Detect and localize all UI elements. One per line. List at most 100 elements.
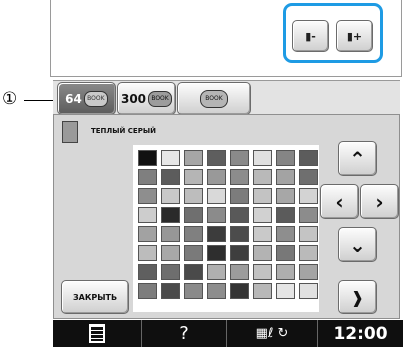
close-label: ЗАКРЫТЬ (72, 292, 118, 302)
close-button[interactable]: ЗАКРЫТЬ (61, 280, 129, 314)
color-swatch[interactable] (299, 169, 318, 185)
color-swatch[interactable] (253, 207, 272, 223)
color-swatch[interactable] (161, 169, 180, 185)
color-swatch[interactable] (253, 283, 272, 299)
color-swatch[interactable] (138, 150, 157, 166)
color-grid (138, 150, 318, 299)
tab-300-colors[interactable]: 300 BOOK (117, 82, 176, 115)
color-swatch[interactable] (138, 245, 157, 261)
color-swatch[interactable] (230, 169, 249, 185)
tab-64-colors[interactable]: 64 BOOK (57, 82, 116, 115)
color-swatch[interactable] (253, 245, 272, 261)
color-swatch[interactable] (207, 264, 226, 280)
color-swatch[interactable] (161, 207, 180, 223)
color-swatch[interactable] (138, 207, 157, 223)
color-swatch[interactable] (207, 150, 226, 166)
tab-300-label: 300 (120, 91, 147, 106)
color-swatch[interactable] (253, 169, 272, 185)
color-swatch[interactable] (299, 150, 318, 166)
clock: 12:00 (333, 323, 388, 344)
settings-button[interactable]: ▦ℓ ↻ (227, 320, 318, 347)
color-swatch[interactable] (276, 226, 295, 242)
tab-64-label: 64 (65, 91, 82, 106)
color-swatch[interactable] (276, 207, 295, 223)
color-swatch[interactable] (207, 207, 226, 223)
color-swatch[interactable] (207, 245, 226, 261)
down-button[interactable]: ⌄ (338, 227, 377, 262)
color-swatch[interactable] (230, 283, 249, 299)
color-swatch[interactable] (184, 188, 203, 204)
help-button[interactable]: ? (142, 320, 227, 347)
thread-minus-button[interactable]: ▮- (292, 20, 329, 52)
callout-marker: ① (2, 89, 18, 109)
color-swatch[interactable] (230, 188, 249, 204)
thread-plus-button[interactable]: ▮+ (336, 20, 373, 52)
color-swatch[interactable] (184, 245, 203, 261)
diamond-arrow-icon: ❱ (350, 287, 365, 307)
tab-custom-colors[interactable]: BOOK (177, 82, 251, 115)
color-swatch[interactable] (253, 188, 272, 204)
color-swatch[interactable] (184, 207, 203, 223)
spool-icon: BOOK (148, 90, 173, 107)
custom-palette-icon: BOOK (200, 89, 228, 108)
color-swatch[interactable] (276, 264, 295, 280)
spool-icon (62, 121, 78, 143)
color-swatch[interactable] (207, 188, 226, 204)
color-swatch[interactable] (161, 226, 180, 242)
color-swatch[interactable] (161, 188, 180, 204)
color-swatch[interactable] (184, 283, 203, 299)
spool-icon: BOOK (83, 90, 108, 107)
color-swatch[interactable] (230, 207, 249, 223)
color-swatch[interactable] (207, 226, 226, 242)
color-swatch[interactable] (161, 150, 180, 166)
color-swatch[interactable] (207, 283, 226, 299)
color-swatch[interactable] (299, 264, 318, 280)
color-swatch[interactable] (230, 245, 249, 261)
embroidery-settings-icon: ▦ℓ ↻ (255, 326, 289, 341)
color-swatch[interactable] (253, 264, 272, 280)
color-swatch[interactable] (299, 283, 318, 299)
color-swatch[interactable] (276, 169, 295, 185)
document-icon (89, 324, 105, 343)
color-swatch[interactable] (161, 264, 180, 280)
chevron-left-icon: ‹ (335, 189, 344, 214)
color-swatch[interactable] (138, 283, 157, 299)
color-swatch[interactable] (138, 169, 157, 185)
color-swatch[interactable] (299, 245, 318, 261)
chevron-down-icon: ⌄ (349, 232, 366, 257)
color-swatch[interactable] (184, 150, 203, 166)
color-swatch[interactable] (230, 150, 249, 166)
right-button[interactable]: › (360, 184, 399, 219)
color-swatch[interactable] (230, 226, 249, 242)
color-swatch[interactable] (184, 169, 203, 185)
color-swatch[interactable] (299, 207, 318, 223)
color-swatch[interactable] (276, 245, 295, 261)
document-button[interactable] (53, 320, 142, 347)
color-swatch[interactable] (276, 188, 295, 204)
color-swatch[interactable] (276, 150, 295, 166)
help-icon: ? (179, 323, 189, 344)
chevron-right-icon: › (375, 189, 384, 214)
color-name: ТЕПЛЫЙ СЕРЫЙ (91, 127, 156, 135)
left-button[interactable]: ‹ (320, 184, 359, 219)
thread-minus-label: ▮- (305, 29, 316, 43)
color-swatch[interactable] (207, 169, 226, 185)
thread-plus-label: ▮+ (346, 29, 363, 43)
chevron-up-icon: ⌃ (349, 146, 366, 171)
color-swatch[interactable] (138, 188, 157, 204)
color-swatch[interactable] (299, 188, 318, 204)
color-swatch[interactable] (276, 283, 295, 299)
color-swatch[interactable] (253, 226, 272, 242)
color-swatch[interactable] (161, 245, 180, 261)
color-swatch[interactable] (138, 264, 157, 280)
color-swatch[interactable] (138, 226, 157, 242)
apply-button[interactable]: ❱ (338, 280, 377, 314)
color-swatch[interactable] (230, 264, 249, 280)
color-swatch[interactable] (299, 226, 318, 242)
color-swatch[interactable] (253, 150, 272, 166)
color-swatch[interactable] (184, 264, 203, 280)
color-swatch[interactable] (184, 226, 203, 242)
color-swatch[interactable] (161, 283, 180, 299)
status-bar: ? ▦ℓ ↻ 12:00 (53, 320, 403, 347)
up-button[interactable]: ⌃ (338, 141, 377, 176)
